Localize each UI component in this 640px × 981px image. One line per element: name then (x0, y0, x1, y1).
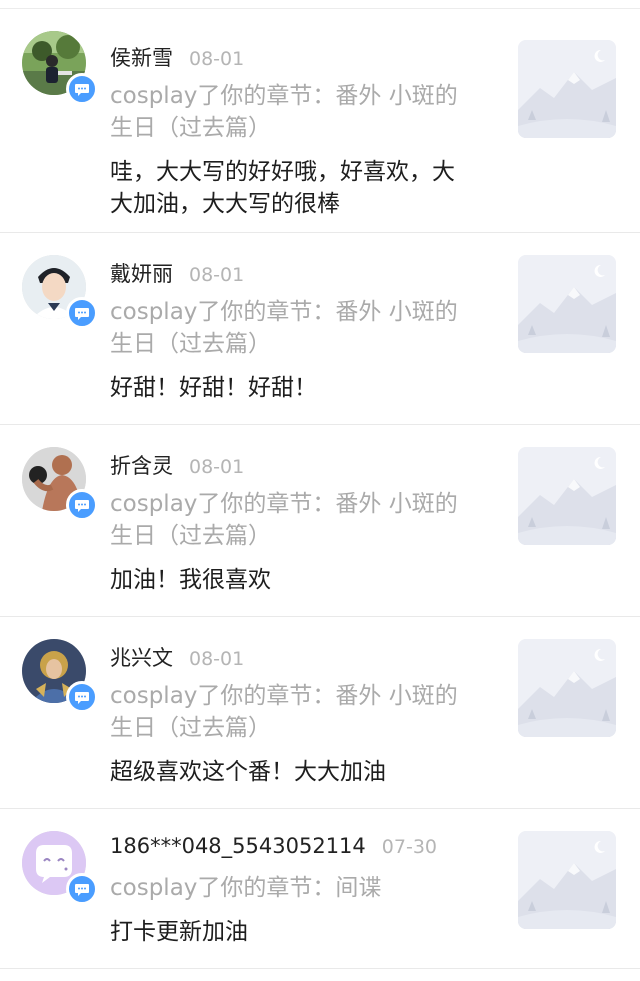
chapter-reference-line: cosplay了你的章节：番外 小斑的 (110, 491, 458, 517)
chapter-reference[interactable]: cosplay了你的章节：番外 小斑的 生日（过去篇） (110, 80, 500, 144)
user-name[interactable]: 折含灵 (110, 450, 173, 480)
chapter-thumbnail[interactable] (518, 831, 616, 929)
chapter-reference-line: cosplay了你的章节：番外 小斑的 (110, 683, 458, 709)
name-row: 侯新雪 08-01 (110, 42, 500, 72)
notification-item[interactable]: 侯新雪 08-01 cosplay了你的章节：番外 小斑的 生日（过去篇） 哇，… (0, 9, 640, 233)
name-row: 戴妍丽 08-01 (110, 258, 500, 288)
chapter-reference[interactable]: cosplay了你的章节：间谍 (110, 872, 500, 904)
chapter-reference[interactable]: cosplay了你的章节：番外 小斑的 生日（过去篇） (110, 296, 500, 360)
chapter-reference[interactable]: cosplay了你的章节：番外 小斑的 生日（过去篇） (110, 488, 500, 552)
comment-line: 哇，大大写的好好哦，好喜欢，大 (110, 159, 455, 185)
comment-bubble-icon (66, 489, 98, 521)
comment-line: 超级喜欢这个番！大大加油 (110, 759, 386, 785)
chapter-reference[interactable]: cosplay了你的章节：番外 小斑的 生日（过去篇） (110, 680, 500, 744)
timestamp: 08-01 (189, 48, 245, 70)
notification-item[interactable]: 186***048_5543052114 07-30 cosplay了你的章节：… (0, 809, 640, 969)
chapter-reference-line: 生日（过去篇） (110, 331, 271, 357)
notification-item[interactable]: 兆兴文 08-01 cosplay了你的章节：番外 小斑的 生日（过去篇） 超级… (0, 617, 640, 809)
comment-text: 加油！我很喜欢 (110, 564, 500, 596)
comment-line: 好甜！好甜！好甜！ (110, 375, 317, 401)
chapter-thumbnail[interactable] (518, 40, 616, 138)
comment-bubble-icon (66, 873, 98, 905)
chapter-reference-line: 生日（过去篇） (110, 523, 271, 549)
comment-bubble-icon (66, 681, 98, 713)
notification-content: 戴妍丽 08-01 cosplay了你的章节：番外 小斑的 生日（过去篇） 好甜… (110, 258, 500, 404)
timestamp: 08-01 (189, 648, 245, 670)
user-name[interactable]: 侯新雪 (110, 42, 173, 72)
comment-line: 打卡更新加油 (110, 919, 248, 945)
name-row: 兆兴文 08-01 (110, 642, 500, 672)
notification-content: 186***048_5543052114 07-30 cosplay了你的章节：… (110, 834, 500, 948)
user-name[interactable]: 186***048_5543052114 (110, 834, 366, 858)
avatar-container[interactable] (22, 31, 98, 105)
mountain-placeholder-icon (518, 255, 616, 353)
notification-item[interactable]: 折含灵 08-01 cosplay了你的章节：番外 小斑的 生日（过去篇） 加油… (0, 425, 640, 617)
comment-bubble-icon (66, 297, 98, 329)
avatar-container[interactable] (22, 639, 98, 713)
avatar-container[interactable] (22, 255, 98, 329)
name-row: 186***048_5543052114 07-30 (110, 834, 500, 864)
mountain-placeholder-icon (518, 639, 616, 737)
chapter-reference-line: 生日（过去篇） (110, 715, 271, 741)
mountain-placeholder-icon (518, 831, 616, 929)
avatar-container[interactable] (22, 831, 98, 905)
chapter-reference-line: cosplay了你的章节：番外 小斑的 (110, 83, 458, 109)
timestamp: 07-30 (381, 836, 437, 858)
comment-line: 加油！我很喜欢 (110, 567, 271, 593)
timestamp: 08-01 (189, 264, 245, 286)
chapter-thumbnail[interactable] (518, 447, 616, 545)
comment-text: 好甜！好甜！好甜！ (110, 372, 500, 404)
chapter-thumbnail[interactable] (518, 639, 616, 737)
comment-text: 打卡更新加油 (110, 916, 500, 948)
chapter-reference-line: cosplay了你的章节：间谍 (110, 875, 382, 901)
mountain-placeholder-icon (518, 40, 616, 138)
user-name[interactable]: 戴妍丽 (110, 258, 173, 288)
notification-content: 兆兴文 08-01 cosplay了你的章节：番外 小斑的 生日（过去篇） 超级… (110, 642, 500, 788)
name-row: 折含灵 08-01 (110, 450, 500, 480)
mountain-placeholder-icon (518, 447, 616, 545)
notification-list: 侯新雪 08-01 cosplay了你的章节：番外 小斑的 生日（过去篇） 哇，… (0, 9, 640, 969)
notification-content: 侯新雪 08-01 cosplay了你的章节：番外 小斑的 生日（过去篇） 哇，… (110, 42, 500, 220)
chapter-reference-line: 生日（过去篇） (110, 115, 271, 141)
comment-text: 哇，大大写的好好哦，好喜欢，大 大加油，大大写的很棒 (110, 156, 500, 220)
comment-text: 超级喜欢这个番！大大加油 (110, 756, 500, 788)
timestamp: 08-01 (189, 456, 245, 478)
notification-content: 折含灵 08-01 cosplay了你的章节：番外 小斑的 生日（过去篇） 加油… (110, 450, 500, 596)
chapter-thumbnail[interactable] (518, 255, 616, 353)
comment-line: 大加油，大大写的很棒 (110, 191, 340, 217)
top-divider (0, 0, 640, 9)
notification-item[interactable]: 戴妍丽 08-01 cosplay了你的章节：番外 小斑的 生日（过去篇） 好甜… (0, 233, 640, 425)
user-name[interactable]: 兆兴文 (110, 642, 173, 672)
chapter-reference-line: cosplay了你的章节：番外 小斑的 (110, 299, 458, 325)
comment-bubble-icon (66, 73, 98, 105)
avatar-container[interactable] (22, 447, 98, 521)
